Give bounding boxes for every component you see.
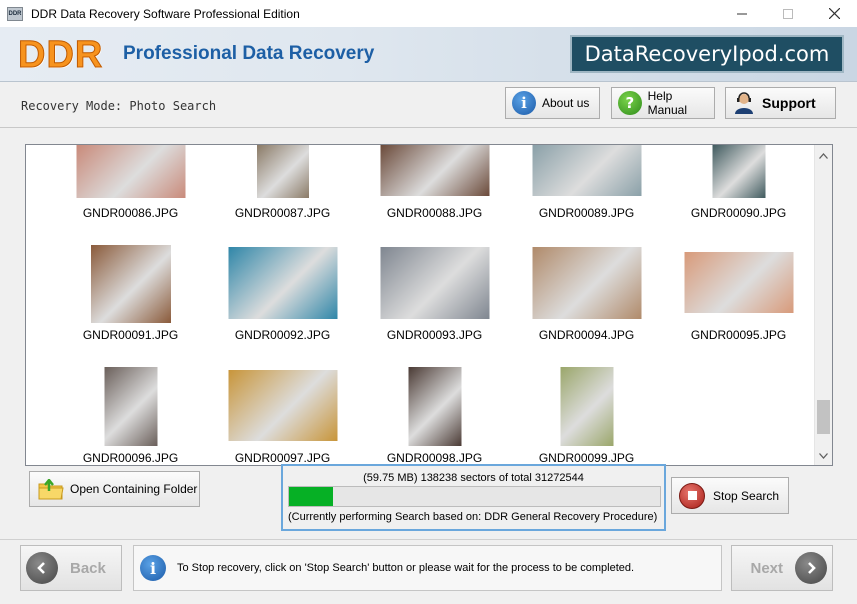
progress-status-text: (Currently performing Search based on: D… xyxy=(288,511,658,523)
photo-thumbnail[interactable] xyxy=(684,252,793,313)
recovery-mode-label: Recovery Mode: Photo Search xyxy=(21,99,217,113)
photo-filename: GNDR00093.JPG xyxy=(386,328,483,342)
next-button[interactable]: Next xyxy=(731,545,833,591)
mode-bar: Recovery Mode: Photo Search i About us ?… xyxy=(0,82,857,128)
ddr-logo: DDR xyxy=(17,34,104,77)
chevron-down-icon xyxy=(819,452,828,459)
photo-filename: GNDR00097.JPG xyxy=(234,451,331,465)
back-label: Back xyxy=(70,559,106,577)
info-message: To Stop recovery, click on 'Stop Search'… xyxy=(177,562,635,574)
photo-thumbnail[interactable] xyxy=(228,247,337,319)
open-folder-label: Open Containing Folder xyxy=(70,482,198,496)
help-manual-button[interactable]: ? Help Manual xyxy=(611,87,715,119)
title-bar: DDR DDR Data Recovery Software Professio… xyxy=(0,0,857,27)
info-icon: i xyxy=(512,91,536,115)
stop-search-label: Stop Search xyxy=(713,488,780,503)
photo-thumbnail[interactable] xyxy=(90,245,171,323)
thumbnail-list: GNDR00086.JPG GNDR00087.JPG GNDR00088.JPG G… xyxy=(26,145,814,465)
maximize-icon xyxy=(783,8,793,19)
vertical-scrollbar[interactable] xyxy=(814,145,832,465)
window-controls xyxy=(719,0,857,27)
scrollbar-thumb[interactable] xyxy=(817,400,830,434)
minimize-button[interactable] xyxy=(719,0,765,27)
open-containing-folder-button[interactable]: Open Containing Folder xyxy=(29,471,200,507)
back-button[interactable]: Back xyxy=(20,545,122,591)
arrow-right-icon xyxy=(795,552,827,584)
header-banner: DDR Professional Data Recovery DataRecov… xyxy=(0,27,857,82)
photo-filename: GNDR00098.JPG xyxy=(386,451,483,465)
photo-item[interactable]: GNDR00099.JPG xyxy=(510,145,663,465)
close-icon xyxy=(828,8,840,19)
progress-panel: (59.75 MB) 138238 sectors of total 31272… xyxy=(281,464,666,531)
footer-divider xyxy=(0,539,857,540)
photo-grid: GNDR00086.JPG GNDR00087.JPG GNDR00088.JPG G… xyxy=(25,144,833,466)
photo-thumbnail[interactable] xyxy=(380,247,489,319)
site-badge: DataRecoveryIpod.com xyxy=(570,35,844,73)
photo-thumbnail[interactable] xyxy=(104,367,157,446)
banner-title: Professional Data Recovery xyxy=(123,43,375,64)
minimize-icon xyxy=(737,13,747,14)
photo-filename: GNDR00092.JPG xyxy=(234,328,331,342)
folder-icon xyxy=(38,477,64,500)
progress-bar xyxy=(288,486,661,507)
stop-search-button[interactable]: Stop Search xyxy=(671,477,789,514)
chevron-up-icon xyxy=(819,152,828,159)
about-us-label: About us xyxy=(542,96,590,110)
progress-bar-fill xyxy=(289,487,333,506)
support-button[interactable]: Support xyxy=(725,87,836,119)
photo-item[interactable]: GNDR00096.JPG xyxy=(54,145,207,465)
photo-item[interactable]: GNDR00097.JPG xyxy=(206,145,359,465)
question-icon: ? xyxy=(618,91,642,115)
photo-thumbnail[interactable] xyxy=(228,370,337,441)
app-icon: DDR xyxy=(7,6,23,21)
photo-filename: GNDR00099.JPG xyxy=(538,451,635,465)
photo-filename: GNDR00094.JPG xyxy=(538,328,635,342)
photo-thumbnail[interactable] xyxy=(560,367,613,446)
help-manual-label: Help Manual xyxy=(647,89,687,117)
window-title: DDR Data Recovery Software Professional … xyxy=(31,6,300,21)
photo-thumbnail[interactable] xyxy=(532,247,641,319)
support-person-icon xyxy=(732,91,756,115)
scroll-down-arrow[interactable] xyxy=(815,447,832,464)
about-us-button[interactable]: i About us xyxy=(505,87,600,119)
photo-thumbnail[interactable] xyxy=(408,367,461,446)
info-icon: i xyxy=(140,555,166,581)
progress-sectors-text: (59.75 MB) 138238 sectors of total 31272… xyxy=(363,472,584,484)
stop-icon xyxy=(679,482,705,509)
photo-filename: GNDR00096.JPG xyxy=(82,451,179,465)
next-label: Next xyxy=(750,559,783,577)
support-label: Support xyxy=(762,95,816,111)
info-bar: i To Stop recovery, click on 'Stop Searc… xyxy=(133,545,722,591)
photo-item[interactable]: GNDR00095.JPG xyxy=(662,145,815,342)
photo-filename: GNDR00095.JPG xyxy=(690,328,787,342)
arrow-left-icon xyxy=(26,552,58,584)
close-button[interactable] xyxy=(811,0,857,27)
scroll-up-arrow[interactable] xyxy=(815,147,832,164)
photo-item[interactable]: GNDR00098.JPG xyxy=(358,145,511,465)
photo-filename: GNDR00091.JPG xyxy=(82,328,179,342)
maximize-button[interactable] xyxy=(765,0,811,27)
